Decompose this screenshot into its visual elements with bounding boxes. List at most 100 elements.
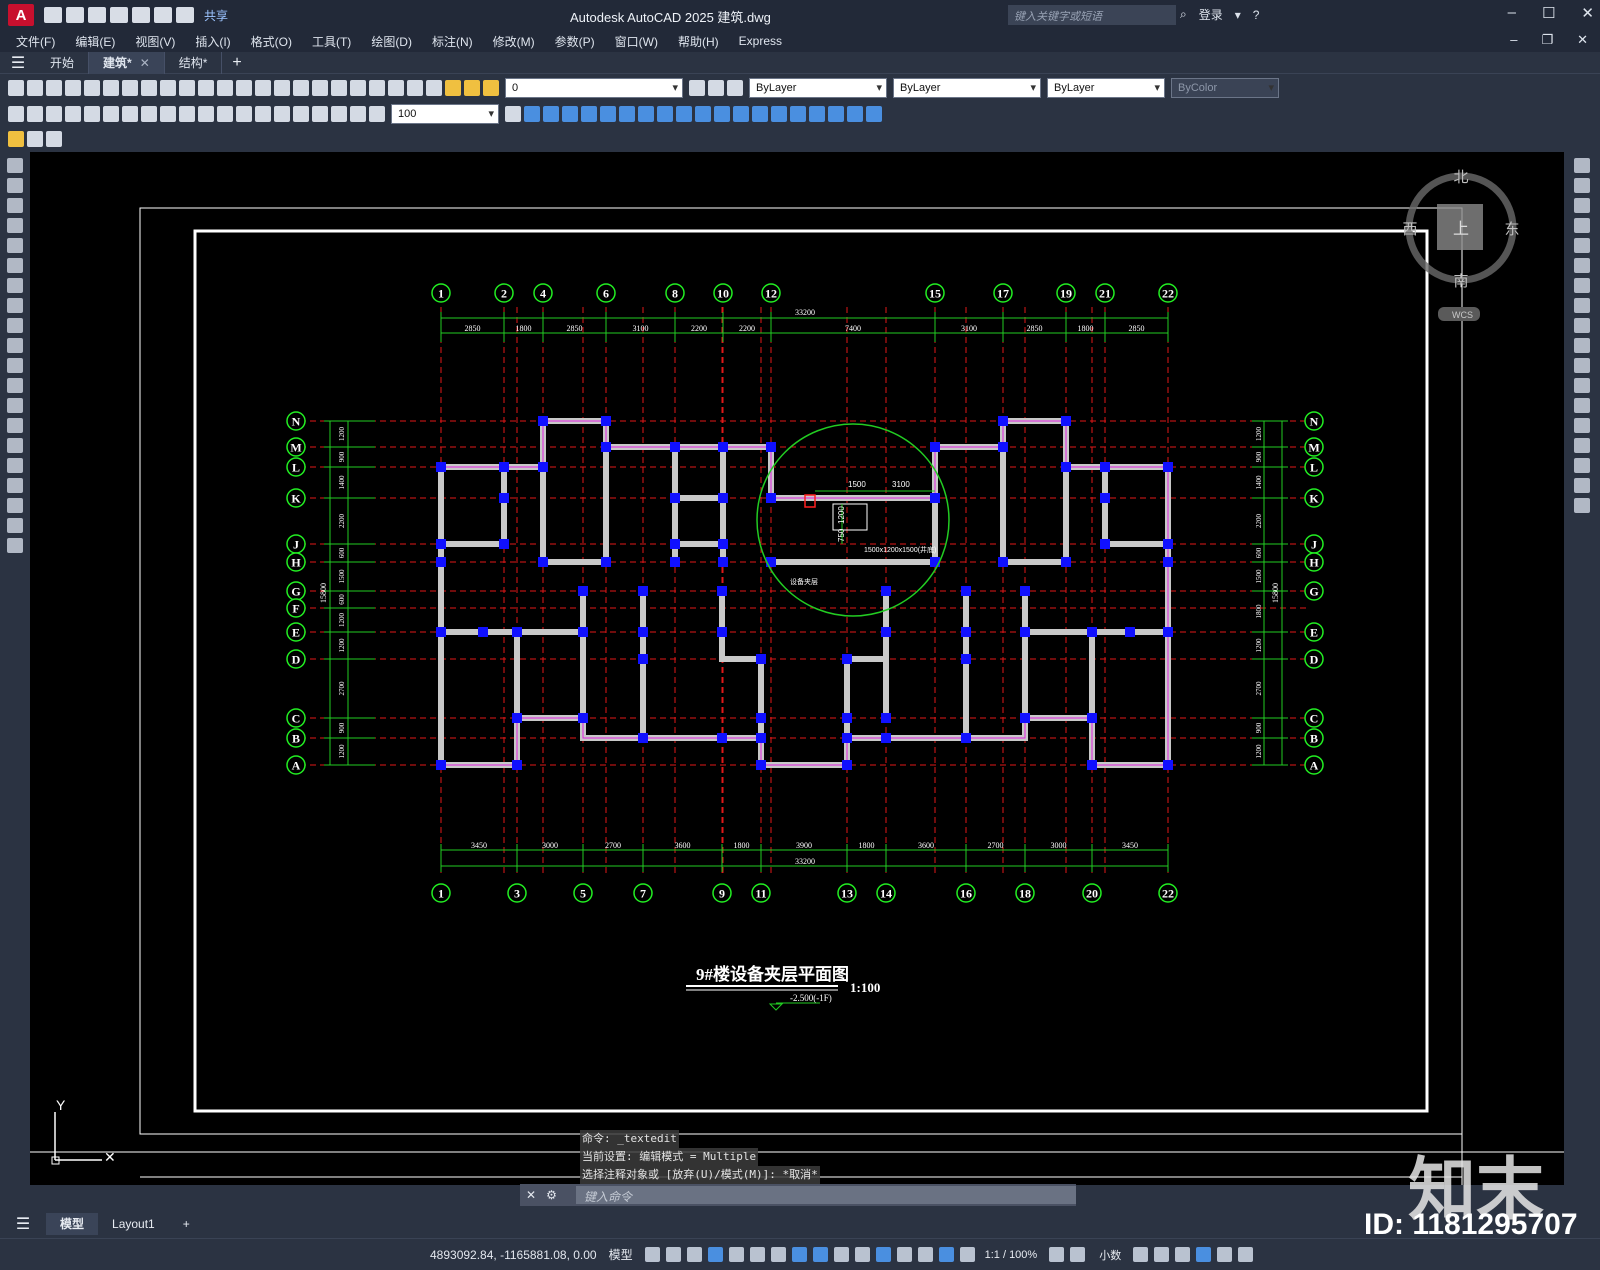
insert-block-icon[interactable] (7, 378, 23, 393)
zoom-window-icon[interactable] (274, 79, 290, 96)
hamburger-menu-icon[interactable]: ☰ (0, 53, 36, 73)
dynamic-input-icon[interactable] (707, 1247, 723, 1262)
continue-icon[interactable] (198, 105, 214, 122)
sheet-set-icon[interactable] (369, 79, 385, 96)
lineweight-dropdown[interactable]: ByLayer (1047, 77, 1165, 98)
snap-icon[interactable] (665, 1247, 681, 1262)
revision-cloud-icon[interactable] (7, 298, 23, 313)
polar-icon[interactable] (749, 1247, 765, 1262)
ortho-icon[interactable] (728, 1247, 744, 1262)
layer-on-icon[interactable] (445, 79, 461, 96)
zoom-realtime-icon[interactable] (255, 79, 271, 96)
viewcube-east[interactable]: 东 (1504, 220, 1519, 238)
3d-rotate-icon[interactable] (828, 105, 844, 122)
diameter-icon[interactable] (122, 105, 138, 122)
lock-ui-icon[interactable] (1154, 1247, 1170, 1262)
menu-parametric[interactable]: 参数(P) (555, 33, 595, 50)
coordinate-readout[interactable]: 4893092.84, -1165881.08, 0.00 (430, 1248, 597, 1262)
spline-icon[interactable] (7, 318, 23, 333)
hatch-icon[interactable] (7, 438, 23, 453)
help-icon[interactable] (407, 79, 423, 96)
lineweight-icon[interactable] (833, 1247, 849, 1262)
customize-icon[interactable]: ⚙ (546, 1188, 557, 1202)
design-center-icon[interactable] (331, 79, 347, 96)
polygon-icon[interactable] (7, 218, 23, 233)
close-icon[interactable]: ✕ (526, 1188, 536, 1202)
menu-edit[interactable]: 编辑(E) (75, 33, 115, 50)
annotation-visibility-icon[interactable] (938, 1247, 954, 1262)
close-icon[interactable]: ✕ (1581, 4, 1594, 22)
linear-dim-icon[interactable] (8, 105, 24, 122)
ordinate-icon[interactable] (65, 105, 81, 122)
intersect-icon[interactable] (771, 105, 787, 122)
cylinder-icon[interactable] (600, 105, 616, 122)
maximize-icon[interactable]: ☐ (1542, 4, 1555, 22)
floor-plan-drawing[interactable]: 332002850 1800 2850 3100 2200 2200 7400 3100 285… (30, 152, 1564, 1185)
command-input[interactable]: 键入命令 (576, 1186, 1076, 1204)
new-tab-button[interactable]: + (222, 54, 251, 72)
workspace-gear-icon[interactable] (1049, 1247, 1065, 1262)
gradient-icon[interactable] (7, 458, 23, 473)
cone-icon[interactable] (562, 105, 578, 122)
color-dropdown[interactable]: ByLayer (749, 77, 887, 98)
add-layout-button[interactable]: + (169, 1213, 204, 1235)
chamfer-icon[interactable] (1574, 438, 1590, 453)
new-icon[interactable] (44, 7, 62, 23)
grid-icon[interactable] (644, 1247, 660, 1262)
move-icon[interactable] (1574, 258, 1590, 273)
slice-icon[interactable] (790, 105, 806, 122)
model-space-toggle[interactable]: 模型 (609, 1246, 633, 1263)
tab-structure[interactable]: 结构* (165, 51, 223, 74)
graphics-performance-icon[interactable] (1196, 1247, 1212, 1262)
copy-icon[interactable] (141, 79, 157, 96)
scale-icon[interactable] (1574, 298, 1590, 313)
baseline-icon[interactable] (179, 105, 195, 122)
customization-icon[interactable] (1238, 1247, 1254, 1262)
object-snap-tracking-icon[interactable] (791, 1247, 807, 1262)
mtext-icon[interactable] (7, 518, 23, 533)
tab-layout1[interactable]: Layout1 (98, 1213, 169, 1235)
viewcube-west[interactable]: 西 (1402, 220, 1417, 238)
tab-start[interactable]: 开始 (36, 51, 90, 74)
pan-icon[interactable] (236, 79, 252, 96)
save-icon[interactable] (88, 7, 106, 23)
layer-properties-icon[interactable] (426, 79, 442, 96)
tolerance-icon[interactable] (255, 105, 271, 122)
extrude-icon[interactable] (657, 105, 673, 122)
rectangle-icon[interactable] (7, 238, 23, 253)
explode-icon[interactable] (1574, 498, 1590, 513)
plotstyle-dropdown[interactable]: ByColor (1171, 77, 1279, 98)
tab-close-icon[interactable]: ✕ (140, 56, 150, 70)
sphere-icon[interactable] (581, 105, 597, 122)
publish-icon[interactable] (103, 79, 119, 96)
dim-break-icon[interactable] (236, 105, 252, 122)
menu-file[interactable]: 文件(F) (16, 33, 55, 50)
menu-tools[interactable]: 工具(T) (312, 33, 351, 50)
subtract-icon[interactable] (752, 105, 768, 122)
mirror-icon[interactable] (1574, 198, 1590, 213)
clean-screen-icon[interactable] (1217, 1247, 1233, 1262)
dynamic-ucs-icon[interactable] (917, 1247, 933, 1262)
inspection-icon[interactable] (293, 105, 309, 122)
isodraft-icon[interactable] (770, 1247, 786, 1262)
save-icon[interactable] (46, 79, 62, 96)
revolve-icon[interactable] (676, 105, 692, 122)
layer-states-icon[interactable] (727, 79, 743, 96)
match-properties-icon[interactable] (179, 79, 195, 96)
viewcube-top-label[interactable]: 上 (1453, 219, 1469, 238)
join-icon[interactable] (1574, 418, 1590, 433)
dim-space-icon[interactable] (217, 105, 233, 122)
layer-thaw-icon[interactable] (464, 79, 480, 96)
annotation-scale[interactable]: 1:1 / 100% (985, 1249, 1038, 1261)
layer-dropdown[interactable]: 0 (505, 77, 683, 98)
make-block-icon[interactable] (7, 398, 23, 413)
calculator-icon[interactable] (388, 79, 404, 96)
angular-icon[interactable] (141, 105, 157, 122)
fillet-icon[interactable] (1574, 458, 1590, 473)
menu-window[interactable]: 窗口(W) (615, 33, 658, 50)
dim-text-edit-icon[interactable] (350, 105, 366, 122)
attribute-icon[interactable] (46, 130, 62, 147)
doc-close-icon[interactable]: ✕ (1577, 32, 1588, 48)
drawing-canvas[interactable]: 33200 2850 1800 2850 3100 2200 2200 7400 3100 285… (30, 152, 1564, 1185)
quick-dim-icon[interactable] (160, 105, 176, 122)
